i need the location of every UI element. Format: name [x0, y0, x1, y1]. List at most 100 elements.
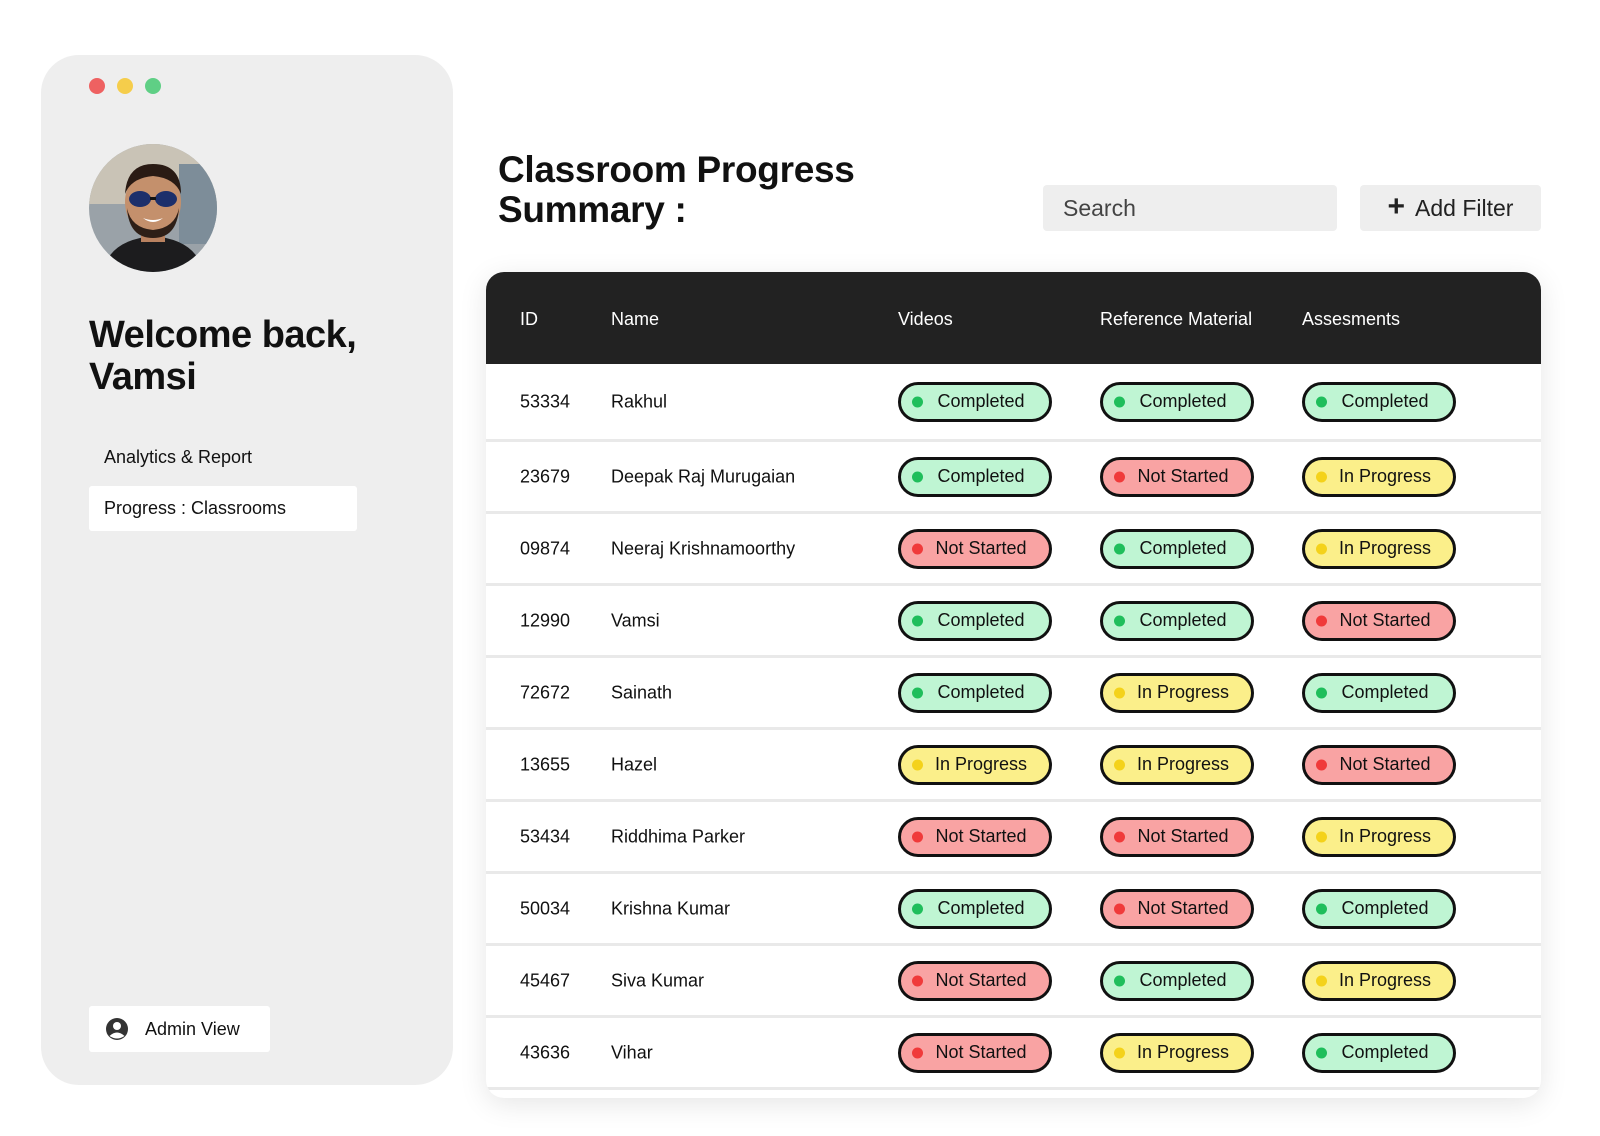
table-row[interactable]: 09874 Neeraj Krishnamoorthy Not Started Com… [486, 514, 1541, 586]
table-row[interactable]: 43636 Vihar Not Started In Progress Complete… [486, 1018, 1541, 1090]
reference-status-badge[interactable]: Completed [1100, 600, 1254, 641]
status-label: Completed [1341, 1042, 1429, 1062]
status-dot-icon [1316, 831, 1327, 842]
cell-name: Vamsi [611, 610, 660, 630]
table-row[interactable]: 45467 Siva Kumar Not Started Completed In Pr… [486, 946, 1541, 1018]
status-dot-icon [912, 831, 923, 842]
status-dot-icon [1114, 543, 1125, 554]
table-body: 53334 Rakhul Completed Completed Completed 23… [486, 364, 1541, 1090]
reference-status-badge[interactable]: Completed [1100, 960, 1254, 1001]
assessments-status-badge[interactable]: Completed [1302, 672, 1456, 713]
assessments-status-badge[interactable]: Not Started [1302, 600, 1456, 641]
status-label: In Progress [1338, 466, 1432, 486]
reference-status-badge[interactable]: Completed [1100, 528, 1254, 569]
table-row[interactable]: 12990 Vamsi Completed Completed Not Started [486, 586, 1541, 658]
status-dot-icon [912, 975, 923, 986]
status-label: Not Started [1137, 466, 1229, 486]
table-row[interactable]: 53434 Riddhima Parker Not Started Not Start… [486, 802, 1541, 874]
add-filter-button[interactable]: + Add Filter [1360, 185, 1541, 231]
status-dot-icon [1316, 615, 1327, 626]
status-dot-icon [912, 687, 923, 698]
status-label: Completed [937, 466, 1025, 486]
sidebar-item-analytics[interactable]: Analytics & Report [89, 435, 357, 480]
reference-status-badge[interactable]: Not Started [1100, 888, 1254, 929]
sidebar: Welcome back, Vamsi Analytics & Report P… [41, 55, 453, 1085]
status-dot-icon [1114, 759, 1125, 770]
reference-status-badge[interactable]: In Progress [1100, 1032, 1254, 1073]
table-row[interactable]: 13655 Hazel In Progress In Progress Not Star… [486, 730, 1541, 802]
reference-status-badge[interactable]: Completed [1100, 381, 1254, 422]
cell-name: Riddhima Parker [611, 826, 746, 846]
status-dot-icon [912, 1047, 923, 1058]
reference-status-badge[interactable]: Not Started [1100, 456, 1254, 497]
status-label: Not Started [935, 826, 1027, 846]
assessments-status-badge[interactable]: In Progress [1302, 816, 1456, 857]
window-controls [89, 78, 161, 94]
reference-status-badge[interactable]: Not Started [1100, 816, 1254, 857]
table-row[interactable]: 53334 Rakhul Completed Completed Completed [486, 364, 1541, 442]
status-label: Completed [937, 391, 1025, 411]
status-dot-icon [1316, 687, 1327, 698]
status-dot-icon [1114, 975, 1125, 986]
status-label: Completed [937, 682, 1025, 702]
status-dot-icon [1316, 396, 1327, 407]
status-dot-icon [912, 543, 923, 554]
cell-name: Krishna Kumar [611, 898, 731, 918]
cell-id: 12990 [520, 610, 571, 630]
admin-view-button[interactable]: Admin View [89, 1006, 270, 1052]
assessments-status-badge[interactable]: Not Started [1302, 744, 1456, 785]
assessments-status-badge[interactable]: Completed [1302, 1032, 1456, 1073]
videos-status-badge[interactable]: In Progress [898, 744, 1052, 785]
table-row[interactable]: 23679 Deepak Raj Murugaian Completed Not St… [486, 442, 1541, 514]
cell-id: 53434 [520, 826, 571, 846]
assessments-status-badge[interactable]: Completed [1302, 888, 1456, 929]
status-dot-icon [1114, 1047, 1125, 1058]
assessments-status-badge[interactable]: Completed [1302, 381, 1456, 422]
table-row[interactable]: 72672 Sainath Completed In Progress Complete… [486, 658, 1541, 730]
status-dot-icon [1316, 1047, 1327, 1058]
cell-name: Deepak Raj Murugaian [611, 466, 796, 486]
status-label: In Progress [1338, 538, 1432, 558]
videos-status-badge[interactable]: Completed [898, 888, 1052, 929]
column-header-assessments[interactable]: Assesments [1302, 309, 1400, 330]
avatar[interactable] [89, 144, 217, 272]
maximize-dot[interactable] [145, 78, 161, 94]
column-header-id[interactable]: ID [520, 309, 538, 330]
videos-status-badge[interactable]: Completed [898, 672, 1052, 713]
videos-status-badge[interactable]: Completed [898, 600, 1052, 641]
column-header-videos[interactable]: Videos [898, 309, 953, 330]
videos-status-badge[interactable]: Not Started [898, 1032, 1052, 1073]
status-dot-icon [1316, 759, 1327, 770]
status-dot-icon [1114, 687, 1125, 698]
reference-status-badge[interactable]: In Progress [1100, 672, 1254, 713]
user-circle-icon [106, 1018, 128, 1040]
assessments-status-badge[interactable]: In Progress [1302, 456, 1456, 497]
cell-name: Sainath [611, 682, 673, 702]
cell-id: 09874 [520, 538, 571, 558]
minimize-dot[interactable] [117, 78, 133, 94]
reference-status-badge[interactable]: In Progress [1100, 744, 1254, 785]
search-input[interactable] [1043, 185, 1337, 231]
videos-status-badge[interactable]: Not Started [898, 960, 1052, 1001]
assessments-status-badge[interactable]: In Progress [1302, 528, 1456, 569]
assessments-status-badge[interactable]: In Progress [1302, 960, 1456, 1001]
videos-status-badge[interactable]: Not Started [898, 816, 1052, 857]
table-header: ID Name Videos Reference Material Assesm… [486, 272, 1541, 364]
close-dot[interactable] [89, 78, 105, 94]
status-label: Completed [1139, 610, 1227, 630]
column-header-name[interactable]: Name [611, 309, 659, 330]
status-dot-icon [1316, 543, 1327, 554]
sidebar-item-progress-classrooms[interactable]: Progress : Classrooms [89, 486, 357, 531]
status-dot-icon [912, 615, 923, 626]
videos-status-badge[interactable]: Completed [898, 381, 1052, 422]
column-header-reference-material[interactable]: Reference Material [1100, 309, 1252, 330]
status-dot-icon [912, 759, 923, 770]
videos-status-badge[interactable]: Completed [898, 456, 1052, 497]
welcome-user-name: Vamsi [89, 356, 197, 398]
plus-icon: + [1387, 189, 1406, 223]
page-title-line: Summary : [498, 189, 687, 230]
videos-status-badge[interactable]: Not Started [898, 528, 1052, 569]
status-label: In Progress [1338, 970, 1432, 990]
table-row[interactable]: 50034 Krishna Kumar Completed Not Started Co… [486, 874, 1541, 946]
status-label: Not Started [1339, 610, 1431, 630]
